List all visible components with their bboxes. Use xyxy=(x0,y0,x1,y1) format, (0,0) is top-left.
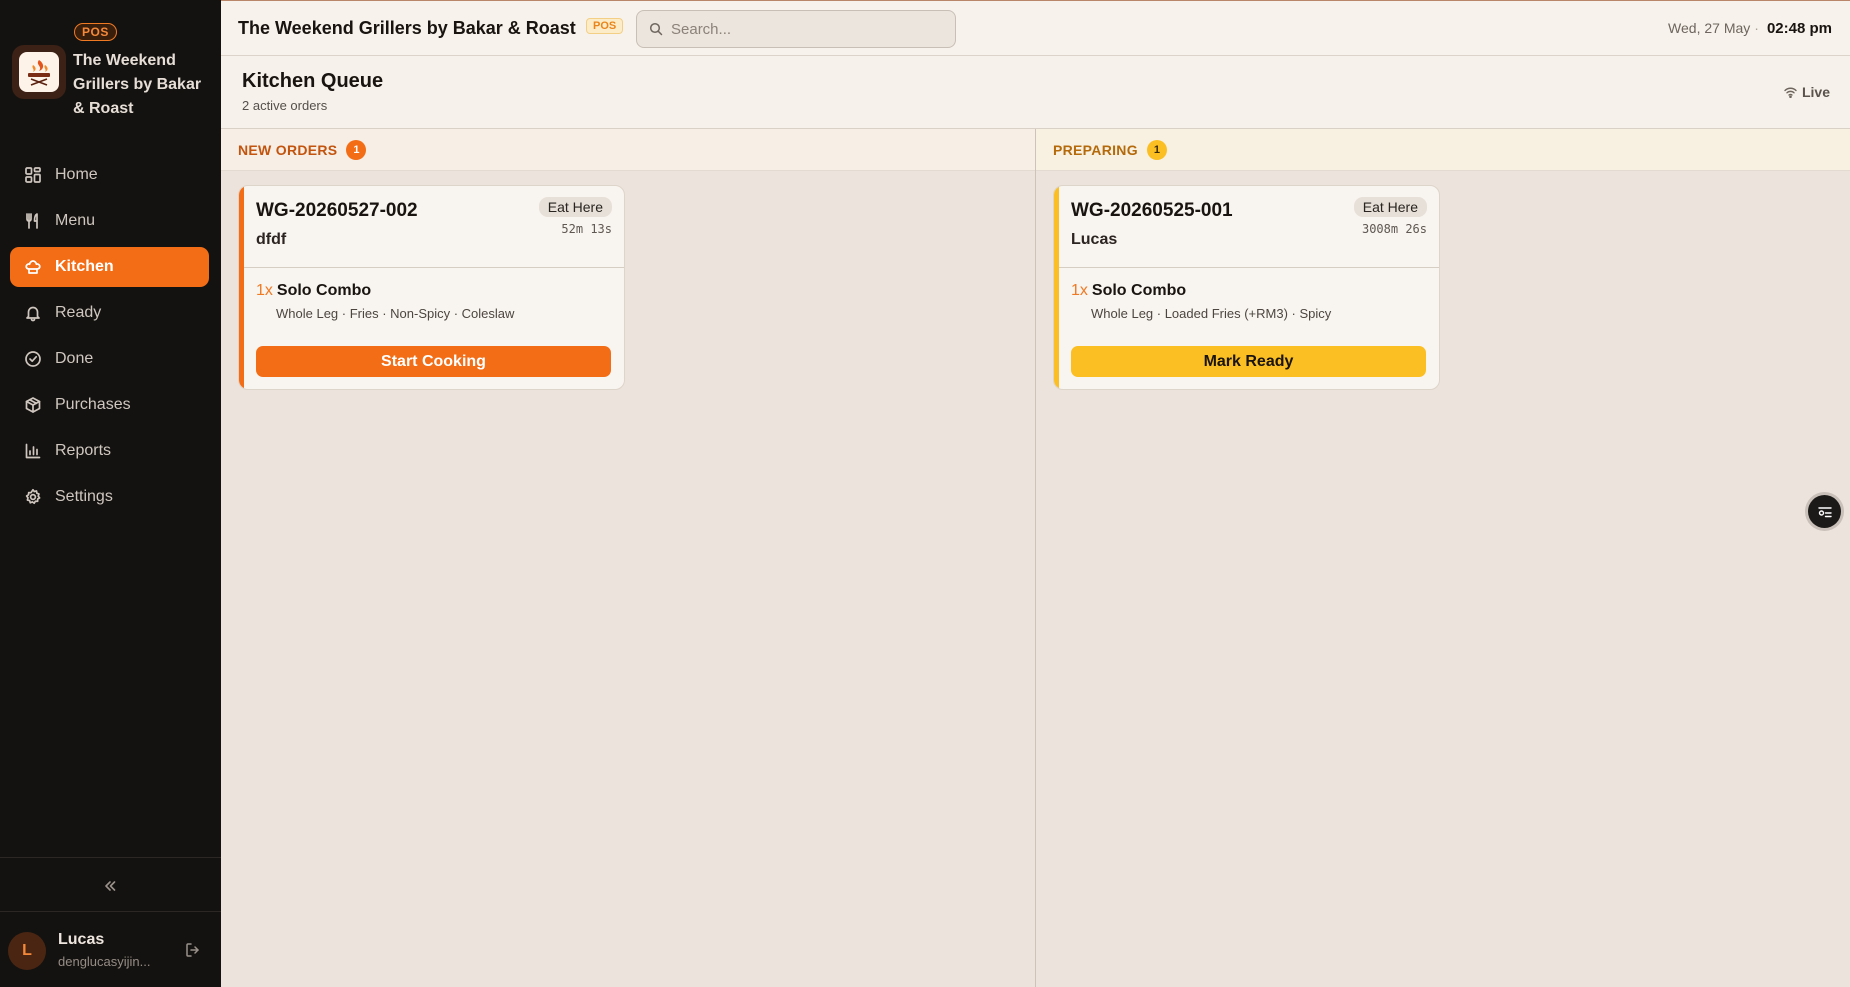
brand-logo xyxy=(12,45,66,99)
order-card[interactable]: WG-20260525-001 Lucas Eat Here 3008m 26s… xyxy=(1053,185,1440,390)
order-item: 1x Solo Combo xyxy=(256,282,371,300)
sidebar-item-reports[interactable]: Reports xyxy=(10,431,209,471)
item-quantity: 1x xyxy=(256,282,273,299)
order-card[interactable]: WG-20260527-002 dfdf Eat Here 52m 13s 1x… xyxy=(238,185,625,390)
sidebar-item-label: Settings xyxy=(55,488,113,505)
sidebar-item-menu[interactable]: Menu xyxy=(10,201,209,241)
count-badge: 1 xyxy=(346,139,367,160)
page-header: Kitchen Queue 2 active orders Live xyxy=(221,56,1850,129)
live-label: Live xyxy=(1801,84,1830,100)
elapsed-timer: 52m 13s xyxy=(561,222,612,236)
pos-badge: POS xyxy=(586,18,624,34)
app-title: The Weekend Grillers by Bakar & Roast xyxy=(238,18,576,38)
brand-name: The Weekend Grillers by Bakar & Roast xyxy=(73,52,202,117)
collapse-sidebar-button[interactable] xyxy=(96,872,124,900)
order-type-badge: Eat Here xyxy=(1353,197,1427,217)
floating-tools-button[interactable] xyxy=(1808,495,1841,528)
elapsed-timer: 3008m 26s xyxy=(1361,222,1427,236)
user-name: Lucas xyxy=(58,931,105,948)
sidebar-item-kitchen[interactable]: Kitchen xyxy=(10,247,209,287)
search-icon xyxy=(649,22,663,36)
item-name: Solo Combo xyxy=(276,282,372,299)
sidebar-item-label: Kitchen xyxy=(55,258,114,275)
customer-name: dfdf xyxy=(256,231,287,248)
user-profile: L Lucas denglucasyijin... xyxy=(8,928,213,974)
status-stripe xyxy=(239,186,244,389)
bar-chart-icon xyxy=(23,441,43,461)
page-title: Kitchen Queue xyxy=(242,70,384,92)
count-badge: 1 xyxy=(1146,139,1167,160)
chef-hat-icon xyxy=(23,257,43,277)
sidebar-item-home[interactable]: Home xyxy=(10,155,209,195)
item-modifiers: Whole Leg · Loaded Fries (+RM3) · Spicy xyxy=(1091,306,1332,321)
start-cooking-button[interactable]: Start Cooking xyxy=(256,346,611,377)
separator-dot: · xyxy=(1754,20,1759,36)
order-id: WG-20260527-002 xyxy=(256,200,418,221)
grill-logo-icon xyxy=(28,60,50,86)
logout-button[interactable] xyxy=(184,941,204,961)
column-header: NEW ORDERS 1 xyxy=(221,129,1035,171)
brand: POS The Weekend Grillers by Bakar & Roas… xyxy=(9,22,214,122)
sidebar-item-label: Reports xyxy=(55,442,112,459)
sidebar-item-label: Purchases xyxy=(55,396,131,413)
sidebar-item-label: Ready xyxy=(55,304,102,321)
sidebar-item-ready[interactable]: Ready xyxy=(10,293,209,333)
toggle-list-icon xyxy=(1817,506,1832,517)
active-orders-count: 2 active orders xyxy=(242,98,328,113)
preparing-column: PREPARING 1 WG-20260525-001 Lucas Eat He… xyxy=(1036,129,1850,987)
mark-ready-button[interactable]: Mark Ready xyxy=(1071,346,1426,377)
wifi-icon xyxy=(1784,87,1797,98)
package-icon xyxy=(23,395,43,415)
grid-icon xyxy=(23,165,43,185)
gear-icon xyxy=(23,487,43,507)
order-item: 1x Solo Combo xyxy=(1071,282,1186,300)
sidebar-divider xyxy=(0,857,221,858)
current-date: Wed, 27 May xyxy=(1668,20,1751,36)
item-name: Solo Combo xyxy=(1091,282,1187,299)
sidebar: POS The Weekend Grillers by Bakar & Roas… xyxy=(0,0,221,987)
sidebar-nav: Home Menu Kitchen Ready Done Purchases R… xyxy=(10,155,209,523)
divider xyxy=(244,267,624,268)
topbar: The Weekend Grillers by Bakar & Roast PO… xyxy=(221,0,1850,56)
column-header: PREPARING 1 xyxy=(1036,129,1850,171)
column-title: NEW ORDERS xyxy=(238,141,338,158)
search-input[interactable] xyxy=(671,20,941,38)
datetime: Wed, 27 May · 02:48 pm xyxy=(1668,20,1832,37)
customer-name: Lucas xyxy=(1071,231,1118,248)
bell-icon xyxy=(23,303,43,323)
sidebar-divider xyxy=(0,911,221,912)
column-title: PREPARING xyxy=(1053,141,1138,158)
sidebar-item-done[interactable]: Done xyxy=(10,339,209,379)
current-time: 02:48 pm xyxy=(1766,20,1832,37)
sidebar-item-settings[interactable]: Settings xyxy=(10,477,209,517)
pos-badge: POS xyxy=(74,23,117,41)
sidebar-item-purchases[interactable]: Purchases xyxy=(10,385,209,425)
item-modifiers: Whole Leg · Fries · Non-Spicy · Coleslaw xyxy=(276,306,515,321)
sidebar-item-label: Done xyxy=(55,350,94,367)
order-type-badge: Eat Here xyxy=(538,197,612,217)
divider xyxy=(1059,267,1439,268)
order-id: WG-20260525-001 xyxy=(1071,200,1233,221)
avatar: L xyxy=(8,932,46,970)
new-orders-column: NEW ORDERS 1 WG-20260527-002 dfdf Eat He… xyxy=(221,129,1036,987)
logout-icon xyxy=(186,943,199,957)
chevrons-left-icon xyxy=(105,881,116,891)
check-circle-icon xyxy=(23,349,43,369)
item-quantity: 1x xyxy=(1071,282,1088,299)
status-stripe xyxy=(1054,186,1059,389)
user-email: denglucasyijin... xyxy=(58,954,151,969)
utensils-icon xyxy=(23,211,43,231)
sidebar-item-label: Menu xyxy=(55,212,96,229)
search-box[interactable] xyxy=(636,10,956,48)
live-indicator: Live xyxy=(1784,84,1830,100)
sidebar-item-label: Home xyxy=(55,166,98,183)
